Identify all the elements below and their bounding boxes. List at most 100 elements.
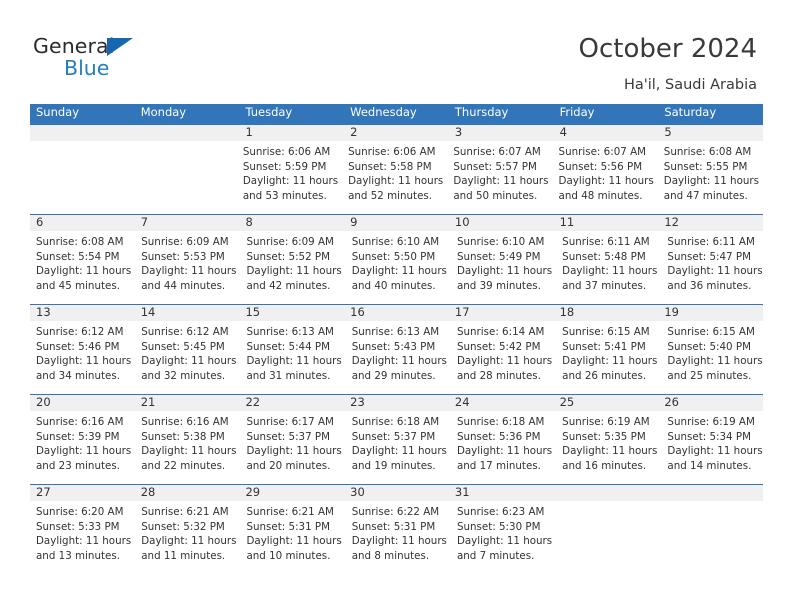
day-number[interactable]: 27 <box>30 485 135 501</box>
weekday-header-sunday: Sunday <box>36 105 80 119</box>
day-cell[interactable] <box>660 501 763 574</box>
daylight-text-line2: and 11 minutes. <box>141 549 226 562</box>
day-cell[interactable]: Sunrise: 6:18 AM Sunset: 5:36 PM Dayligh… <box>451 411 556 484</box>
sunset-text: Sunset: 5:39 PM <box>36 430 120 443</box>
day-cell[interactable]: Sunrise: 6:19 AM Sunset: 5:35 PM Dayligh… <box>556 411 661 484</box>
weekday-header-row: Sunday Monday Tuesday Wednesday Thursday… <box>30 104 763 124</box>
day-cell[interactable]: Sunrise: 6:11 AM Sunset: 5:47 PM Dayligh… <box>661 231 766 304</box>
day-number[interactable] <box>135 125 240 141</box>
day-cell[interactable]: Sunrise: 6:16 AM Sunset: 5:38 PM Dayligh… <box>135 411 240 484</box>
day-cell[interactable]: Sunrise: 6:16 AM Sunset: 5:39 PM Dayligh… <box>30 411 135 484</box>
day-cell[interactable]: Sunrise: 6:13 AM Sunset: 5:43 PM Dayligh… <box>346 321 451 394</box>
daylight-text-line1: Daylight: 11 hours <box>141 535 237 547</box>
day-cell[interactable]: Sunrise: 6:21 AM Sunset: 5:32 PM Dayligh… <box>135 501 240 574</box>
day-cell[interactable]: Sunrise: 6:11 AM Sunset: 5:48 PM Dayligh… <box>556 231 661 304</box>
day-number[interactable]: 18 <box>554 305 659 321</box>
day-cell[interactable]: Sunrise: 6:12 AM Sunset: 5:45 PM Dayligh… <box>135 321 240 394</box>
day-number[interactable]: 9 <box>344 215 449 231</box>
sunrise-text: Sunrise: 6:15 AM <box>667 326 755 338</box>
daylight-text-line2: and 10 minutes. <box>246 549 331 562</box>
daylight-text-line1: Daylight: 11 hours <box>456 535 553 547</box>
day-cell[interactable]: Sunrise: 6:21 AM Sunset: 5:31 PM Dayligh… <box>240 501 345 574</box>
sunset-text: Sunset: 5:42 PM <box>456 340 541 353</box>
day-cell[interactable]: Sunrise: 6:10 AM Sunset: 5:49 PM Dayligh… <box>451 231 556 304</box>
day-cell[interactable]: Sunrise: 6:18 AM Sunset: 5:37 PM Dayligh… <box>346 411 451 484</box>
sunrise-text: Sunrise: 6:17 AM <box>246 416 334 428</box>
day-number[interactable] <box>554 485 659 501</box>
daylight-text-line2: and 13 minutes. <box>36 549 120 562</box>
weekday-header-saturday: Saturday <box>664 105 717 119</box>
day-number[interactable]: 24 <box>449 395 554 411</box>
day-cell[interactable]: Sunrise: 6:08 AM Sunset: 5:54 PM Dayligh… <box>30 231 135 304</box>
day-number[interactable]: 7 <box>135 215 240 231</box>
day-number[interactable]: 28 <box>135 485 240 501</box>
sunset-text: Sunset: 5:41 PM <box>562 340 646 353</box>
day-cell[interactable]: Sunrise: 6:08 AM Sunset: 5:55 PM Dayligh… <box>658 141 763 214</box>
day-cell[interactable]: Sunrise: 6:19 AM Sunset: 5:34 PM Dayligh… <box>661 411 766 484</box>
day-number[interactable]: 21 <box>135 395 240 411</box>
day-number[interactable]: 2 <box>344 125 449 141</box>
day-number[interactable]: 31 <box>449 485 554 501</box>
day-cell[interactable]: Sunrise: 6:07 AM Sunset: 5:57 PM Dayligh… <box>447 141 552 214</box>
day-cell[interactable]: Sunrise: 6:22 AM Sunset: 5:31 PM Dayligh… <box>346 501 451 574</box>
day-cell[interactable]: Sunrise: 6:09 AM Sunset: 5:53 PM Dayligh… <box>135 231 240 304</box>
day-cell[interactable]: Sunrise: 6:09 AM Sunset: 5:52 PM Dayligh… <box>240 231 345 304</box>
day-number[interactable]: 8 <box>239 215 344 231</box>
page-subtitle-location: Ha'il, Saudi Arabia <box>623 77 757 93</box>
day-cell[interactable]: Sunrise: 6:10 AM Sunset: 5:50 PM Dayligh… <box>346 231 451 304</box>
day-number[interactable]: 29 <box>239 485 344 501</box>
day-cell[interactable]: Sunrise: 6:07 AM Sunset: 5:56 PM Dayligh… <box>553 141 658 214</box>
day-number[interactable]: 25 <box>554 395 659 411</box>
daylight-text-line1: Daylight: 11 hours <box>141 445 237 457</box>
day-cell[interactable]: Sunrise: 6:20 AM Sunset: 5:33 PM Dayligh… <box>30 501 135 574</box>
daylight-text-line1: Daylight: 11 hours <box>667 265 763 277</box>
sunset-text: Sunset: 5:57 PM <box>453 160 537 173</box>
general-blue-logo[interactable]: General Blue <box>33 36 153 86</box>
day-detail-row: Sunrise: 6:06 AM Sunset: 5:59 PM Dayligh… <box>30 141 763 214</box>
day-cell[interactable]: Sunrise: 6:23 AM Sunset: 5:30 PM Dayligh… <box>451 501 556 574</box>
day-number[interactable]: 30 <box>344 485 449 501</box>
day-number[interactable]: 20 <box>30 395 135 411</box>
day-number[interactable]: 23 <box>344 395 449 411</box>
sunrise-text: Sunrise: 6:19 AM <box>667 416 755 428</box>
day-number[interactable]: 1 <box>239 125 344 141</box>
day-cell[interactable] <box>30 141 133 214</box>
day-cell[interactable] <box>133 141 236 214</box>
day-cell[interactable]: Sunrise: 6:06 AM Sunset: 5:59 PM Dayligh… <box>237 141 342 214</box>
day-cell[interactable]: Sunrise: 6:17 AM Sunset: 5:37 PM Dayligh… <box>240 411 345 484</box>
day-number[interactable]: 19 <box>658 305 763 321</box>
day-number[interactable]: 12 <box>658 215 763 231</box>
day-number[interactable]: 15 <box>239 305 344 321</box>
day-number[interactable] <box>658 485 763 501</box>
day-number[interactable]: 6 <box>30 215 135 231</box>
calendar-page: General Blue October 2024 Ha'il, Saudi A… <box>0 0 792 612</box>
sunset-text: Sunset: 5:40 PM <box>667 340 751 353</box>
day-number[interactable]: 3 <box>449 125 554 141</box>
sunrise-text: Sunrise: 6:06 AM <box>242 146 331 158</box>
day-number[interactable]: 17 <box>449 305 554 321</box>
day-cell[interactable]: Sunrise: 6:15 AM Sunset: 5:40 PM Dayligh… <box>661 321 766 394</box>
sunset-text: Sunset: 5:38 PM <box>141 430 225 443</box>
sunrise-text: Sunrise: 6:08 AM <box>36 236 124 248</box>
daylight-text-line1: Daylight: 11 hours <box>456 355 553 367</box>
day-number[interactable]: 11 <box>554 215 659 231</box>
day-cell[interactable]: Sunrise: 6:15 AM Sunset: 5:41 PM Dayligh… <box>556 321 661 394</box>
weekday-header-friday: Friday <box>559 105 595 119</box>
day-cell[interactable]: Sunrise: 6:13 AM Sunset: 5:44 PM Dayligh… <box>240 321 345 394</box>
daylight-text-line2: and 39 minutes. <box>456 279 541 292</box>
day-number[interactable]: 4 <box>554 125 659 141</box>
logo-text-general: General <box>33 34 115 58</box>
day-number[interactable]: 5 <box>658 125 763 141</box>
day-number[interactable]: 13 <box>30 305 135 321</box>
day-cell[interactable]: Sunrise: 6:14 AM Sunset: 5:42 PM Dayligh… <box>451 321 556 394</box>
day-number[interactable] <box>30 125 135 141</box>
day-number[interactable]: 14 <box>135 305 240 321</box>
day-number[interactable]: 26 <box>658 395 763 411</box>
day-cell[interactable] <box>556 501 659 574</box>
day-cell[interactable]: Sunrise: 6:12 AM Sunset: 5:46 PM Dayligh… <box>30 321 135 394</box>
day-cell[interactable]: Sunrise: 6:06 AM Sunset: 5:58 PM Dayligh… <box>342 141 447 214</box>
day-number[interactable]: 16 <box>344 305 449 321</box>
day-number[interactable]: 10 <box>449 215 554 231</box>
day-number[interactable]: 22 <box>239 395 344 411</box>
daylight-text-line1: Daylight: 11 hours <box>36 535 132 547</box>
